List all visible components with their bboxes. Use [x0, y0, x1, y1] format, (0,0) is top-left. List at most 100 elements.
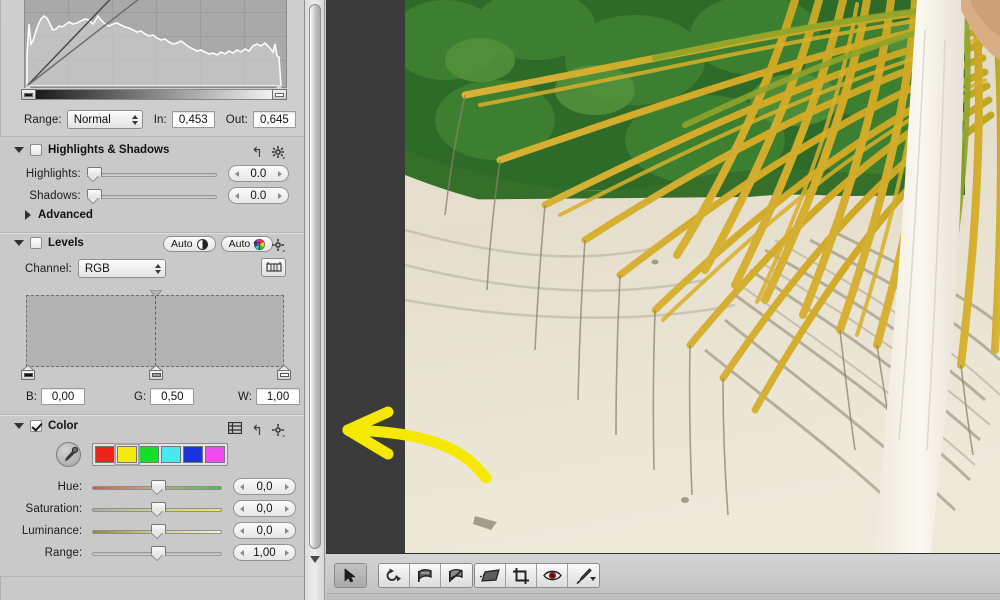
- hue-stepper[interactable]: 0,0: [232, 478, 296, 495]
- straighten-tool[interactable]: [475, 564, 506, 587]
- auto-color-label: Auto: [228, 238, 251, 250]
- unflag-icon: [449, 568, 463, 582]
- tool-toolbar: [326, 553, 1000, 600]
- levels-graph[interactable]: [26, 295, 284, 367]
- color-swatch-magenta[interactable]: [205, 446, 225, 463]
- highlights-value: 0.0: [250, 167, 267, 180]
- highlights-shadows-section: Highlights & Shadows ↰ Highlights: 0.0 S…: [0, 137, 304, 232]
- color-range-stepper[interactable]: 1,00: [232, 544, 296, 561]
- eyedropper-icon[interactable]: [56, 442, 81, 467]
- inspector-scrollbar[interactable]: [305, 0, 325, 600]
- gear-icon[interactable]: [272, 145, 285, 159]
- scrollbar-thumb[interactable]: [309, 4, 321, 549]
- saturation-value: 0,0: [256, 502, 273, 515]
- levels-title: Levels: [48, 237, 84, 249]
- color-range-slider[interactable]: [92, 545, 222, 560]
- toolbar-group-rotate-flag: [378, 563, 473, 588]
- levels-gear-icon[interactable]: [272, 238, 285, 252]
- histogram-graph[interactable]: [24, 0, 287, 88]
- color-swatch-yellow[interactable]: [114, 443, 140, 466]
- gray-label: G:: [134, 390, 147, 403]
- retouch-menu-caret-icon[interactable]: [590, 577, 596, 581]
- adjustments-inspector-panel: Range: Normal In: 0,453 Out: 0,645 Highl…: [0, 0, 305, 600]
- highlights-slider[interactable]: [87, 166, 217, 181]
- color-range-value: 1,00: [253, 546, 276, 559]
- straighten-icon: [480, 568, 500, 582]
- selection-tool[interactable]: [335, 564, 366, 587]
- highlights-shadows-checkbox[interactable]: [30, 144, 42, 156]
- levels-midpoint-marker-icon[interactable]: [148, 285, 164, 298]
- color-section: Color ↰ Hue: 0,0 Saturation: 0,0 Luminan…: [0, 416, 304, 576]
- out-field[interactable]: 0,645: [252, 111, 296, 128]
- in-label: In:: [153, 113, 167, 126]
- channel-popup[interactable]: RGB: [77, 259, 166, 278]
- image-viewer[interactable]: [326, 0, 1000, 553]
- flag-tool[interactable]: [410, 564, 441, 587]
- channel-label: Channel:: [25, 262, 72, 275]
- luminance-stepper[interactable]: 0,0: [232, 522, 296, 539]
- levels-black-handle[interactable]: [21, 366, 35, 380]
- white-field[interactable]: 1,00: [256, 388, 301, 405]
- gradient-black-handle[interactable]: [21, 85, 36, 101]
- gradient-white-handle[interactable]: [272, 85, 287, 101]
- color-gear-icon[interactable]: [272, 423, 285, 437]
- color-title: Color: [48, 420, 79, 432]
- highlights-shadows-title: Highlights & Shadows: [48, 144, 170, 156]
- saturation-stepper[interactable]: 0,0: [232, 500, 296, 517]
- in-field[interactable]: 0,453: [171, 111, 215, 128]
- beach-palm-frond-photo[interactable]: [405, 0, 1000, 553]
- color-swatch-row[interactable]: [92, 443, 228, 466]
- rotate-counterclockwise-tool[interactable]: [379, 564, 410, 587]
- color-range-label: Range:: [44, 546, 83, 559]
- hue-label: Hue:: [57, 480, 83, 493]
- curves-histogram-block: Range: Normal In: 0,453 Out: 0,645: [0, 0, 304, 134]
- red-eye-tool[interactable]: [537, 564, 568, 587]
- retouch-tool[interactable]: [568, 564, 599, 587]
- levels-reset-arrow-icon[interactable]: ↰: [251, 238, 263, 252]
- shadows-slider[interactable]: [87, 188, 217, 203]
- rotate-ccw-icon: [386, 568, 401, 582]
- color-swatch-green[interactable]: [139, 446, 159, 463]
- unflag-tool[interactable]: [441, 564, 472, 587]
- saturation-label: Saturation:: [25, 502, 83, 515]
- quarter-tone-levels-button[interactable]: [261, 258, 286, 277]
- retouch-brush-icon: [575, 567, 592, 584]
- luminance-icon: [196, 238, 208, 250]
- levels-white-handle[interactable]: [277, 366, 291, 380]
- levels-disclosure-icon[interactable]: [14, 240, 24, 246]
- highlights-shadows-disclosure-icon[interactable]: [14, 147, 24, 153]
- white-label: W:: [238, 390, 253, 403]
- black-field[interactable]: 0,00: [41, 388, 86, 405]
- color-reset-arrow-icon[interactable]: ↰: [251, 423, 263, 437]
- color-checkbox[interactable]: [30, 420, 42, 432]
- expanded-view-icon[interactable]: [228, 421, 243, 439]
- levels-gray-handle[interactable]: [149, 366, 163, 380]
- hue-slider[interactable]: [92, 479, 222, 494]
- advanced-disclosure-icon[interactable]: [25, 210, 31, 220]
- levels-checkbox[interactable]: [30, 237, 42, 249]
- black-label: B:: [26, 390, 38, 403]
- histogram-curve: [26, 0, 282, 86]
- color-swatch-red[interactable]: [95, 446, 115, 463]
- tonal-gradient-bar[interactable]: [24, 89, 287, 100]
- quarter-tone-levels-icon: [265, 262, 282, 272]
- color-disclosure-icon[interactable]: [14, 423, 24, 429]
- color-swatch-cyan[interactable]: [161, 446, 181, 463]
- scroll-down-arrow-icon[interactable]: [310, 556, 320, 563]
- crop-tool[interactable]: [506, 564, 537, 587]
- luminance-slider[interactable]: [92, 523, 222, 538]
- range-popup[interactable]: Normal: [66, 110, 143, 129]
- luminance-value: 0,0: [256, 524, 273, 537]
- popup-arrows-icon: [131, 114, 138, 125]
- cursor-arrow-icon: [344, 568, 356, 583]
- saturation-slider[interactable]: [92, 501, 222, 516]
- luminance-label: Luminance:: [21, 524, 83, 537]
- gray-field[interactable]: 0,50: [150, 388, 195, 405]
- shadows-stepper[interactable]: 0.0: [227, 187, 289, 204]
- color-swatch-blue[interactable]: [183, 446, 203, 463]
- flag-icon: [417, 568, 432, 582]
- crop-icon: [513, 567, 529, 584]
- auto-luminance-button[interactable]: Auto: [163, 236, 216, 252]
- reset-arrow-icon[interactable]: ↰: [251, 145, 263, 159]
- highlights-stepper[interactable]: 0.0: [227, 165, 289, 182]
